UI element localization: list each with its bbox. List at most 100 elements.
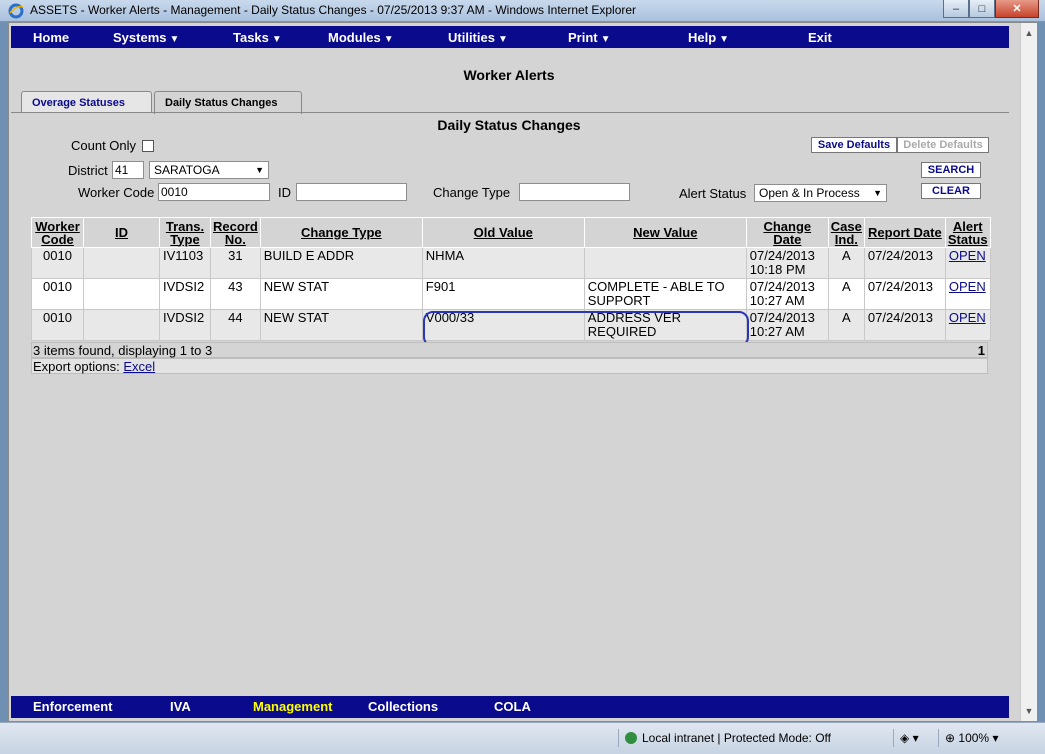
cell-id [83,247,160,279]
bottom-navigation: Enforcement IVA Management Collections C… [11,696,1009,718]
cell-change-date: 07/24/2013 10:18 PM [745,247,829,279]
dropdown-arrow-icon: ▼ [719,34,730,45]
nav-iva[interactable]: IVA [170,699,191,714]
maximize-button[interactable]: □ [969,0,995,18]
cell-worker-code: 0010 [31,309,84,341]
col-report-date[interactable]: Report Date [863,217,946,248]
alert-status-link[interactable]: OPEN [949,280,986,295]
table-header-row: Worker Code ID Trans. Type Record No. Chang… [31,217,991,248]
nav-home[interactable]: Home [33,30,72,45]
cell-alert-status: OPEN [944,247,991,279]
cell-change-type: BUILD E ADDR [259,247,423,279]
tab-daily-status-changes[interactable]: Daily Status Changes [154,91,302,114]
dropdown-arrow-icon: ▼ [255,165,264,175]
alert-status-link[interactable]: OPEN [949,311,986,326]
table-footer: 3 items found, displaying 1 to 3 1 [31,342,988,358]
scroll-down-icon[interactable]: ▼ [1021,703,1037,719]
vertical-scrollbar[interactable]: ▲ ▼ [1020,23,1037,721]
worker-code-input[interactable] [158,183,270,201]
cell-alert-status: OPEN [944,309,991,341]
col-case-ind[interactable]: Case Ind. [827,217,865,248]
col-trans-type[interactable]: Trans. Type [159,217,211,248]
clear-button[interactable]: CLEAR [921,183,981,199]
tab-overage-statuses[interactable]: Overage Statuses [21,91,152,113]
alert-status-link[interactable]: OPEN [949,249,986,264]
col-id[interactable]: ID [83,217,160,248]
export-excel-link[interactable]: Excel [123,359,155,374]
district-label: District [68,163,108,178]
table-row: 0010 IVDSI2 43 NEW STAT F901 COMPLETE - … [31,278,991,310]
cell-change-type: NEW STAT [259,309,423,341]
cell-change-type: NEW STAT [259,278,423,310]
col-old-value[interactable]: Old Value [421,217,585,248]
cell-report-date: 07/24/2013 [863,247,946,279]
cell-report-date: 07/24/2013 [863,278,946,310]
cell-record-no: 44 [210,309,261,341]
window-titlebar: ASSETS - Worker Alerts - Management - Da… [0,0,1045,22]
delete-defaults-button[interactable]: Delete Defaults [897,137,989,153]
close-button[interactable]: ✕ [995,0,1039,18]
cell-case-ind: A [827,247,865,279]
col-record-no[interactable]: Record No. [210,217,261,248]
cell-new-value: COMPLETE - ABLE TO SUPPORT [583,278,747,310]
district-select[interactable]: SARATOGA ▼ [149,161,269,179]
browser-statusbar: Local intranet | Protected Mode: Off ◈ ▾… [0,722,1045,754]
change-type-input[interactable] [519,183,630,201]
cell-case-ind: A [827,278,865,310]
nav-systems[interactable]: Systems ▼ [113,30,179,45]
items-found-text: 3 items found, displaying 1 to 3 [33,343,213,358]
nav-utilities[interactable]: Utilities ▼ [448,30,508,45]
security-zone: Local intranet | Protected Mode: Off [618,729,893,747]
col-worker-code[interactable]: Worker Code [31,217,84,248]
window-title: ASSETS - Worker Alerts - Management - Da… [30,3,637,17]
change-type-label: Change Type [433,185,511,200]
district-code-input[interactable] [112,161,144,179]
tab-divider [11,112,1009,113]
col-new-value[interactable]: New Value [583,217,747,248]
cell-new-value [583,247,747,279]
alert-status-label: Alert Status [679,186,747,201]
ie-icon [8,3,24,19]
nav-tasks[interactable]: Tasks ▼ [233,30,282,45]
dropdown-arrow-icon: ▼ [383,34,394,45]
cell-trans-type: IVDSI2 [159,278,211,310]
nav-help[interactable]: Help ▼ [688,30,729,45]
save-defaults-button[interactable]: Save Defaults [811,137,897,153]
table-row: 0010 IVDSI2 44 NEW STAT V000/33 ADDRESS … [31,309,991,341]
cell-record-no: 43 [210,278,261,310]
search-button[interactable]: SEARCH [921,162,981,178]
dropdown-arrow-icon: ▼ [873,188,882,198]
cell-old-value: V000/33 [421,309,585,341]
table-row: 0010 IV1103 31 BUILD E ADDR NHMA 07/24/2… [31,247,991,279]
cell-worker-code: 0010 [31,247,84,279]
nav-modules[interactable]: Modules ▼ [328,30,394,45]
protected-mode-icon[interactable]: ◈ ▾ [893,729,938,747]
zoom-control[interactable]: ⊕ 100% ▾ [938,729,1018,747]
dropdown-arrow-icon: ▼ [497,34,508,45]
id-input[interactable] [296,183,407,201]
alert-status-select[interactable]: Open & In Process ▼ [754,184,887,202]
scroll-up-icon[interactable]: ▲ [1021,25,1037,41]
nav-enforcement[interactable]: Enforcement [33,699,112,714]
nav-exit[interactable]: Exit [808,30,832,45]
results-table: Worker Code ID Trans. Type Record No. Chang… [31,217,991,341]
page-number[interactable]: 1 [978,343,985,358]
cell-old-value: F901 [421,278,585,310]
window-controls: – □ ✕ [943,0,1039,18]
nav-print[interactable]: Print ▼ [568,30,611,45]
col-change-date[interactable]: Change Date [745,217,829,248]
browser-content: Home Systems ▼ Tasks ▼ Modules ▼ Utilities ▼… [8,22,1038,722]
col-alert-status[interactable]: Alert Status [944,217,991,248]
nav-management[interactable]: Management [253,699,332,714]
zoom-icon: ⊕ [945,731,956,745]
top-navigation: Home Systems ▼ Tasks ▼ Modules ▼ Utilities ▼… [11,26,1009,48]
col-change-type[interactable]: Change Type [259,217,423,248]
cell-change-date: 07/24/2013 10:27 AM [745,278,829,310]
count-only-checkbox[interactable] [142,140,154,152]
cell-trans-type: IVDSI2 [159,309,211,341]
nav-collections[interactable]: Collections [368,699,438,714]
cell-worker-code: 0010 [31,278,84,310]
nav-cola[interactable]: COLA [494,699,531,714]
minimize-button[interactable]: – [943,0,969,18]
cell-change-date: 07/24/2013 10:27 AM [745,309,829,341]
